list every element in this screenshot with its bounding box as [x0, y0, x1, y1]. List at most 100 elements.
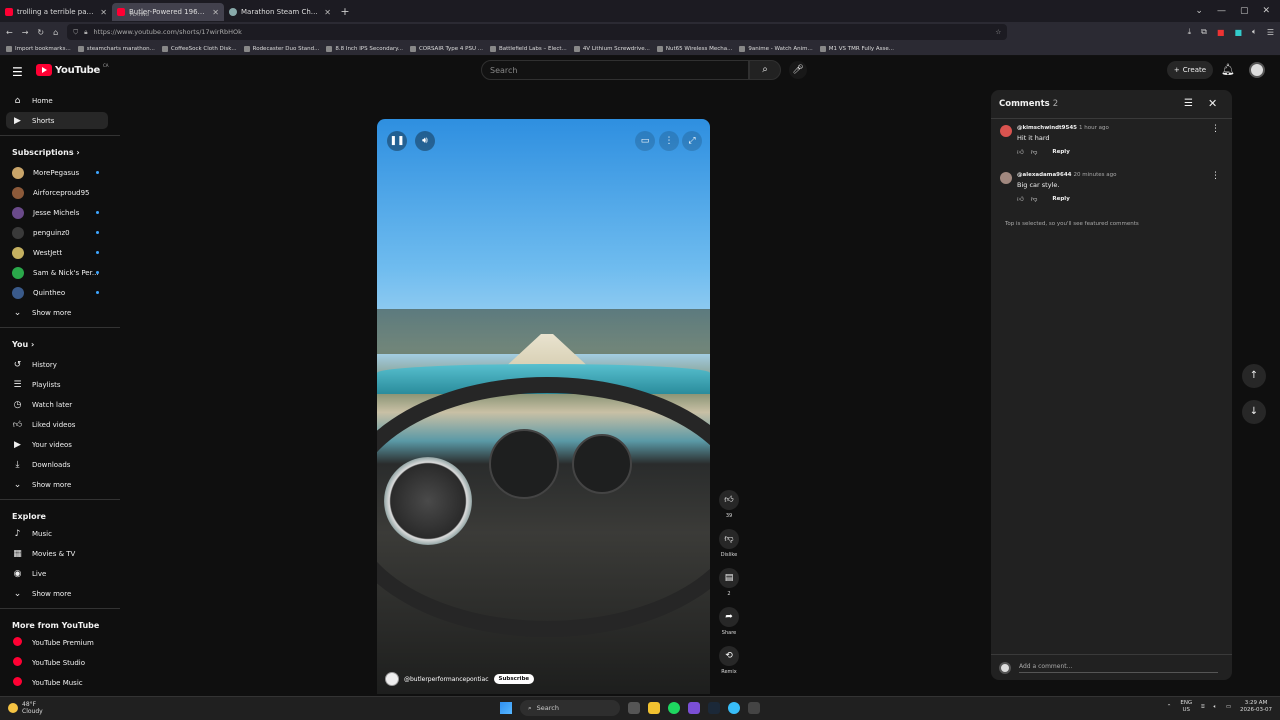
previous-short-button[interactable]: ↑ [1242, 364, 1266, 388]
sidebar-item-liked-videos[interactable]: 👍︎ Liked videos [6, 416, 108, 433]
create-button[interactable]: + Create [1167, 61, 1213, 79]
youtube-logo[interactable]: YouTube CA [36, 63, 109, 76]
sidebar-item-shorts[interactable]: ▶ Shorts [6, 112, 108, 129]
you-header[interactable]: You › [12, 340, 34, 349]
account-avatar[interactable] [1249, 62, 1265, 78]
sidebar-item-subscription[interactable]: Sam & Nick's Per... [6, 264, 108, 281]
pause-button[interactable]: ❚❚ [387, 131, 407, 151]
more-options-button[interactable]: ⋮ [659, 131, 679, 151]
hamburger-menu-icon[interactable]: ☰ [12, 65, 23, 79]
shield-icon[interactable]: ⛉ [73, 28, 78, 37]
fullscreen-button[interactable]: ⤢ [682, 131, 702, 151]
sidebar-item-history[interactable]: ↺ History [6, 356, 108, 373]
battery-icon[interactable]: ▭ [1226, 704, 1231, 710]
windows-start-icon[interactable] [500, 702, 512, 714]
close-window-icon[interactable]: ✕ [1262, 6, 1270, 16]
next-short-button[interactable]: ↓ [1242, 400, 1266, 424]
bookmark-item[interactable]: 4V Lithium Screwdrive... [573, 45, 650, 52]
more-vert-icon[interactable]: ⋮ [1211, 124, 1220, 134]
extension-red-icon[interactable]: ■ [1217, 28, 1225, 37]
back-icon[interactable]: ← [6, 28, 13, 37]
more-vert-icon[interactable]: ⋮ [1211, 171, 1220, 181]
forward-icon[interactable]: → [22, 28, 29, 37]
shorts-video-player[interactable]: ❚❚ 🔊︎ ▭ ⋮ ⤢ @butlerperformancepontiac Su… [377, 119, 710, 694]
search-button[interactable]: ⌕ [749, 60, 781, 80]
like-button[interactable]: 👍︎ 39 [718, 490, 740, 519]
downloads-icon[interactable]: ⤓ [1188, 27, 1192, 37]
browser-tab-2[interactable]: Butler-Powered 1969 Grand Pr PLAYING ✕ [112, 3, 224, 21]
share-button[interactable]: ➦ Share [718, 607, 740, 636]
thumbs-up-icon[interactable]: 👍︎ [1017, 148, 1024, 156]
browser-tab-3[interactable]: Marathon Steam Charts - Steam ✕ [224, 3, 336, 21]
reply-button[interactable]: Reply [1052, 149, 1069, 155]
sidebar-item-youtube-music[interactable]: YouTube Music [6, 674, 108, 691]
maximize-icon[interactable]: ▢ [1240, 6, 1249, 16]
speaker-icon[interactable]: 🔈︎ [1214, 704, 1217, 711]
subscriptions-header[interactable]: Subscriptions › [12, 148, 80, 157]
bookmark-item[interactable]: Battlefield Labs – Elect... [489, 45, 567, 52]
comment-author[interactable]: @alexadama9644 20 minutes ago [1017, 172, 1116, 178]
explore-show-more[interactable]: ⌄ Show more [6, 585, 108, 602]
comments-button[interactable]: ▤ 2 [718, 568, 740, 597]
search-input[interactable]: Search [481, 60, 749, 80]
mute-icon[interactable]: 🔈︎ [1252, 27, 1257, 37]
sidebar-item-downloads[interactable]: ⤓ Downloads [6, 456, 108, 473]
voice-search-button[interactable]: 🎤︎ [789, 61, 807, 79]
sidebar-item-playlists[interactable]: ☰ Playlists [6, 376, 108, 393]
bookmark-item[interactable]: 9anime - Watch Anim... [739, 45, 813, 52]
steam-taskbar-icon[interactable] [708, 702, 720, 714]
sidebar-item-movies-tv[interactable]: ▦ Movies & TV [6, 545, 108, 562]
weather-widget[interactable]: 48°F Cloudy [8, 701, 43, 715]
thumbs-down-icon[interactable]: 👎︎ [1031, 148, 1038, 156]
reply-button[interactable]: Reply [1052, 196, 1069, 202]
dislike-button[interactable]: 👎︎ Dislike [718, 529, 740, 558]
volume-button[interactable]: 🔊︎ [415, 131, 435, 151]
close-tab-icon[interactable]: ✕ [100, 8, 107, 17]
browser-tab-1[interactable]: trolling a terrible pay to win gt ✕ [0, 3, 112, 21]
taskbar-search[interactable]: ⌕ Search [520, 700, 620, 716]
sidebar-item-music[interactable]: ♪ Music [6, 525, 108, 542]
tray-chevron-icon[interactable]: ⌃ [1167, 704, 1172, 710]
remix-button[interactable]: ⟲ Remix [718, 646, 740, 675]
sort-icon[interactable]: ☰ [1184, 98, 1193, 109]
extension-teal-icon[interactable]: ■ [1234, 28, 1242, 37]
you-show-more[interactable]: ⌄ Show more [6, 476, 108, 493]
sidebar-item-your-videos[interactable]: ▶ Your videos [6, 436, 108, 453]
sidebar-item-subscription[interactable]: MorePegasus [6, 164, 108, 181]
file-explorer-icon[interactable] [648, 702, 660, 714]
sidebar-item-subscription[interactable]: WestJett [6, 244, 108, 261]
sidebar-item-home[interactable]: ⌂ Home [6, 92, 108, 109]
bookmark-item[interactable]: Import bookmarks... [6, 45, 71, 52]
extensions-icon[interactable]: ⧉ [1201, 27, 1207, 37]
discord-icon[interactable] [688, 702, 700, 714]
add-comment-input[interactable]: Add a comment... [1019, 663, 1218, 673]
commenter-avatar[interactable] [1000, 172, 1012, 184]
channel-name[interactable]: @butlerperformancepontiac [404, 676, 489, 683]
bookmark-item[interactable]: CORSAIR Type 4 PSU ... [409, 45, 483, 52]
close-tab-icon[interactable]: ✕ [212, 8, 219, 17]
bookmark-item[interactable]: Rodecaster Duo Stand... [243, 45, 319, 52]
app-taskbar-icon[interactable] [748, 702, 760, 714]
captions-button[interactable]: ▭ [635, 131, 655, 151]
bookmark-item[interactable]: steamcharts marathon... [77, 45, 155, 52]
subscriptions-show-more[interactable]: ⌄ Show more [6, 304, 108, 321]
lock-icon[interactable]: 🔒︎ [84, 28, 87, 37]
sidebar-item-subscription[interactable]: Jesse Michels [6, 204, 108, 221]
url-bar[interactable]: ⛉ 🔒︎ https://www.youtube.com/shorts/17wi… [67, 24, 1008, 40]
bookmark-item[interactable]: CoffeeSock Cloth Disk... [161, 45, 237, 52]
thumbs-down-icon[interactable]: 👎︎ [1031, 195, 1038, 203]
bookmark-item[interactable]: 8.8 Inch IPS Secondary... [326, 45, 403, 52]
network-icon[interactable]: ⌸ [1201, 704, 1204, 711]
new-tab-button[interactable]: + [336, 5, 354, 18]
sidebar-item-watch-later[interactable]: ◷ Watch later [6, 396, 108, 413]
minimize-icon[interactable]: — [1217, 6, 1226, 16]
sidebar-item-subscription[interactable]: Airforceproud95 [6, 184, 108, 201]
spotify-icon[interactable] [668, 702, 680, 714]
browser-taskbar-icon[interactable] [728, 702, 740, 714]
bookmark-item[interactable]: Nut65 Wireless Mecha... [656, 45, 732, 52]
subscribe-button[interactable]: Subscribe [493, 674, 535, 684]
menu-icon[interactable]: ☰ [1267, 28, 1274, 37]
thumbs-up-icon[interactable]: 👍︎ [1017, 195, 1024, 203]
sidebar-item-youtube-studio[interactable]: YouTube Studio [6, 654, 108, 671]
clock[interactable]: 3:29 AM 2026-03-07 [1240, 700, 1272, 714]
